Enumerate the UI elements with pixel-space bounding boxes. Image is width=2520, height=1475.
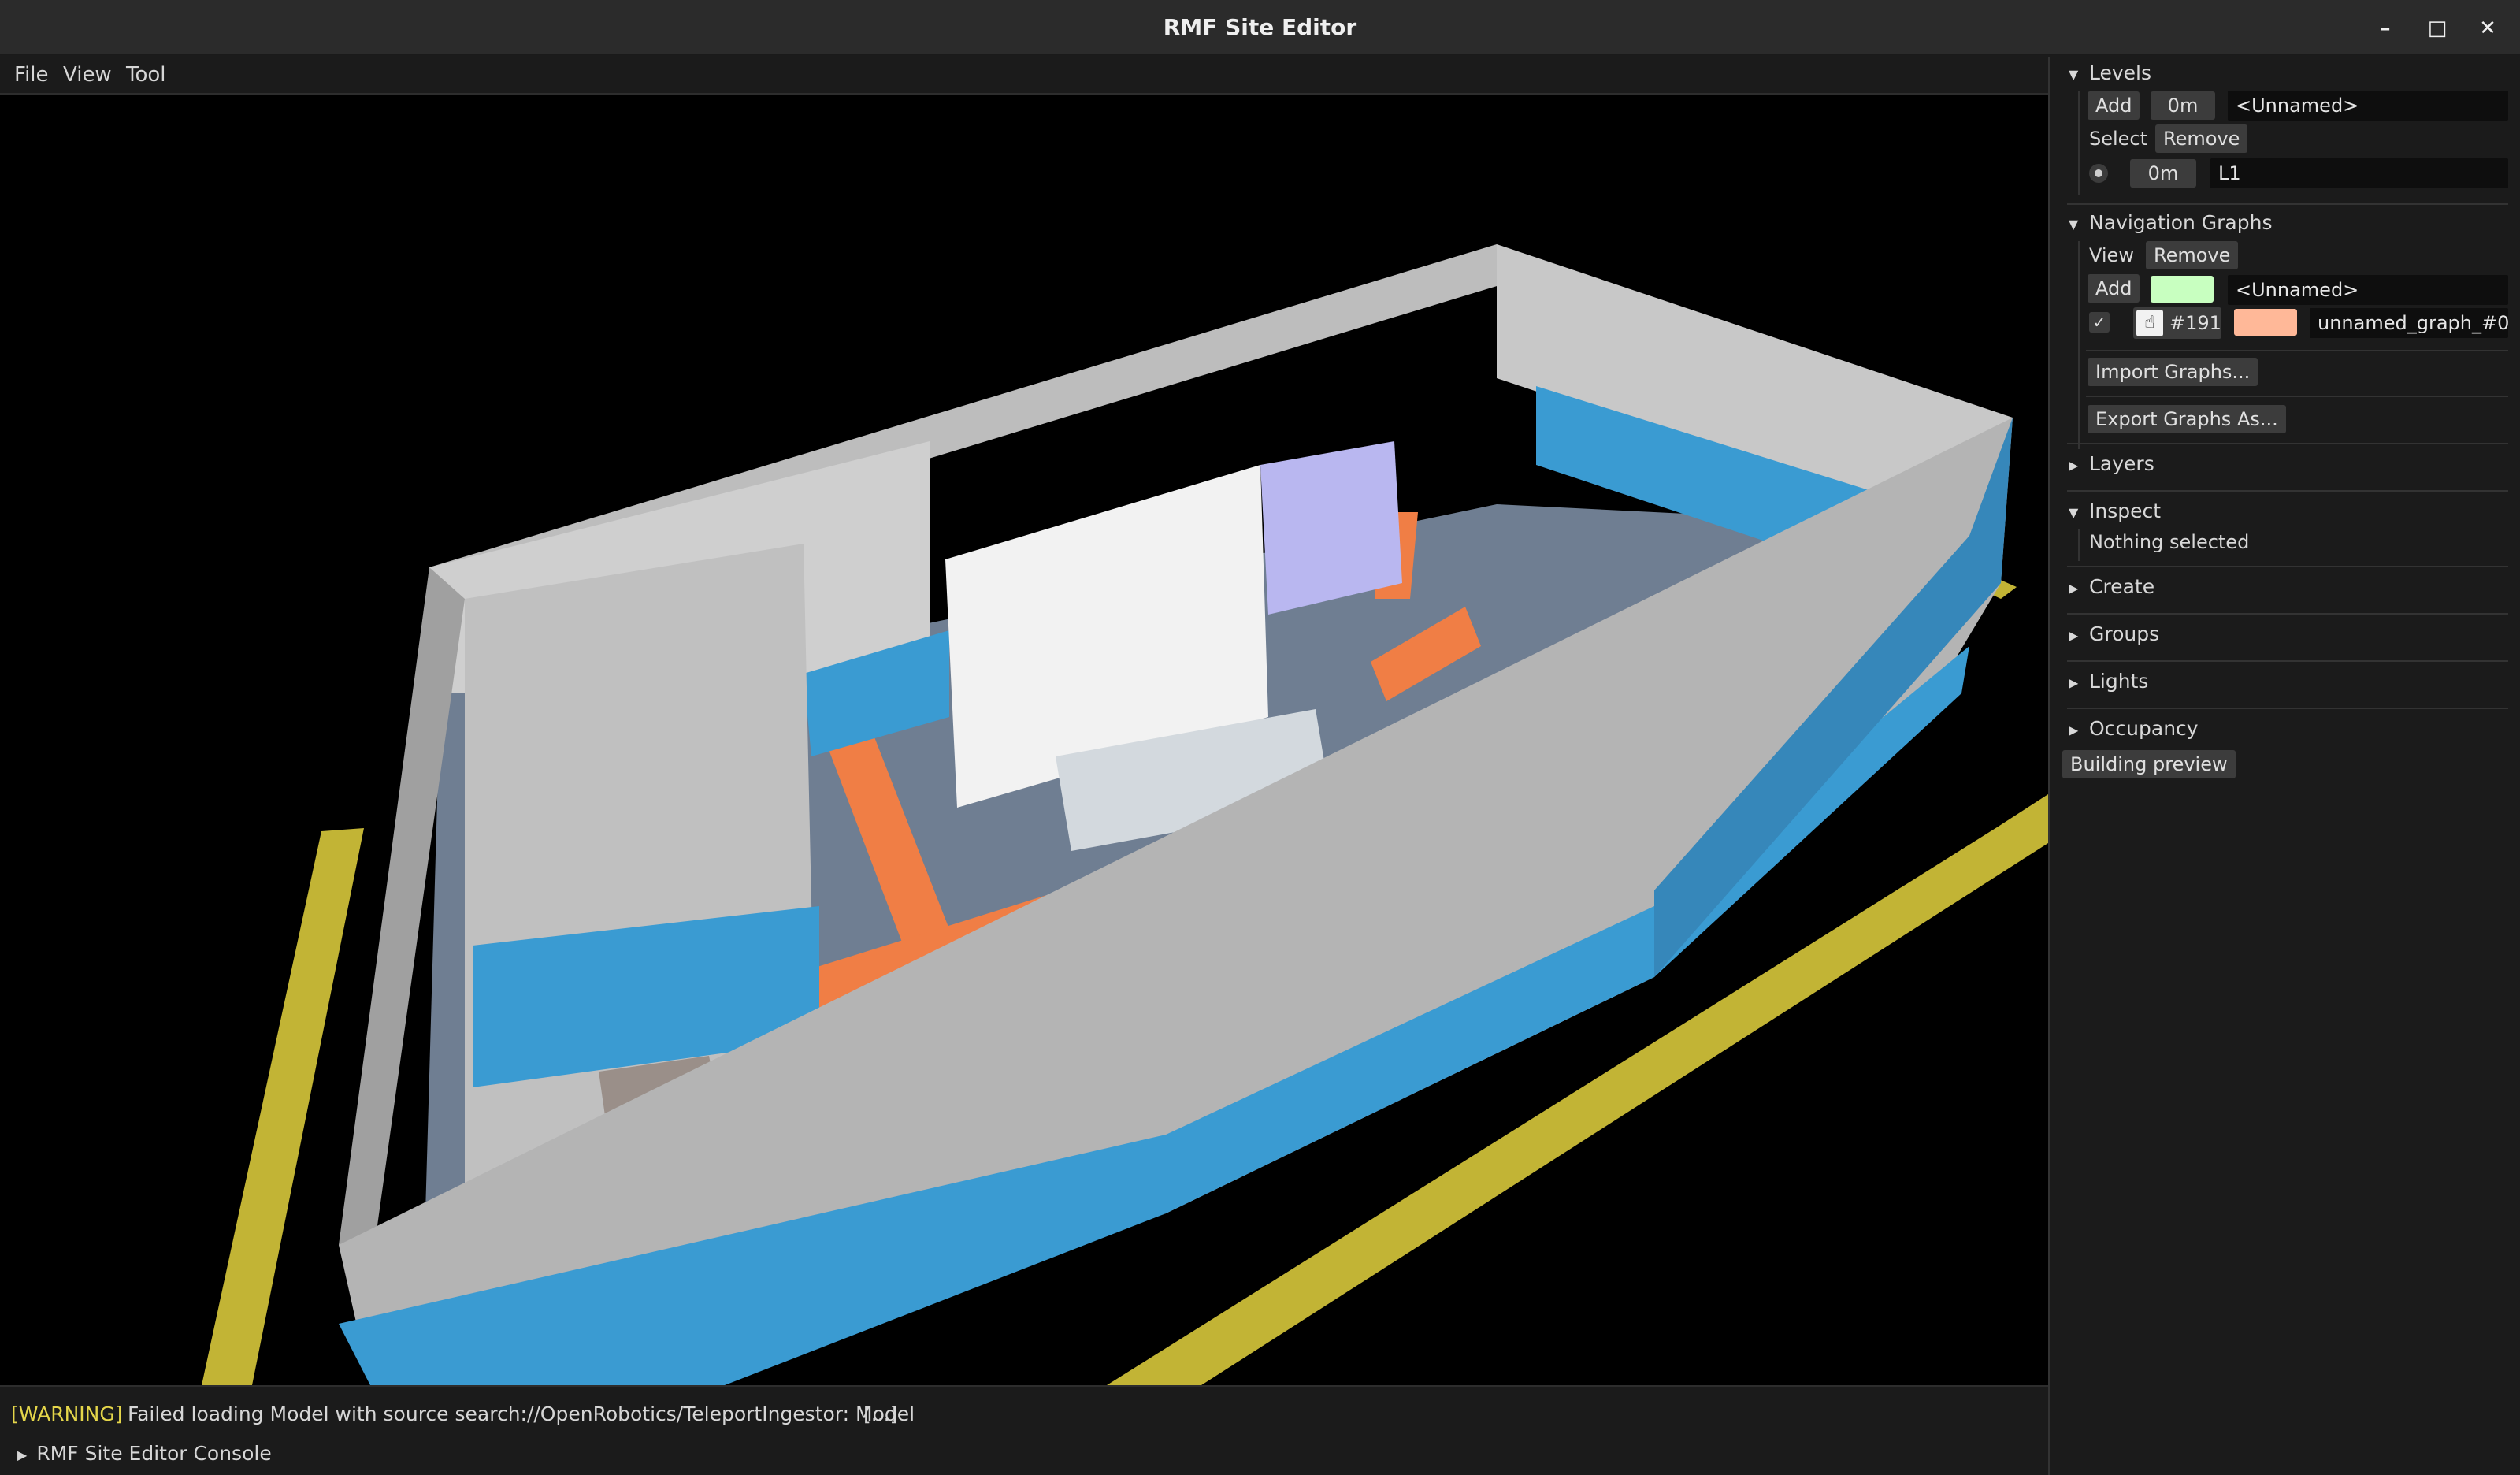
building-scene-illustration	[202, 244, 2048, 1385]
remove-level-button[interactable]: Remove	[2155, 124, 2248, 153]
new-level-name-input[interactable]: <Unnamed>	[2228, 91, 2508, 121]
window-title: RMF Site Editor	[1163, 14, 1357, 40]
chevron-right-icon: ▶	[17, 1447, 28, 1462]
chevron-down-icon: ▼	[2069, 66, 2079, 82]
nav-graphs-section-header[interactable]: ▼ Navigation Graphs	[2069, 211, 2273, 234]
occupancy-title: Occupancy	[2089, 717, 2199, 740]
new-graph-name-input[interactable]: <Unnamed>	[2228, 275, 2508, 305]
add-graph-button[interactable]: Add	[2088, 274, 2140, 303]
level-select-radio[interactable]	[2089, 164, 2108, 183]
layers-section-header[interactable]: ▶ Layers	[2069, 452, 2154, 475]
divider	[2067, 443, 2508, 444]
graph-visibility-checkbox[interactable]: ✓	[2089, 312, 2110, 333]
inspect-section-header[interactable]: ▼ Inspect	[2069, 500, 2161, 522]
console-panel: [WARNING] Failed loading Model with sour…	[0, 1385, 2048, 1475]
divider	[2086, 350, 2508, 351]
maximize-icon[interactable]: □	[2420, 11, 2455, 46]
menu-bar: File View Tool	[0, 57, 2048, 95]
new-level-elevation[interactable]: 0m	[2151, 91, 2215, 120]
hand-pointer-icon: ☝	[2136, 310, 2163, 336]
section-indent-line	[2078, 241, 2080, 449]
groups-section-header[interactable]: ▶ Groups	[2069, 622, 2159, 645]
chevron-right-icon: ▶	[2069, 674, 2079, 690]
graph-color-swatch[interactable]	[2234, 309, 2297, 336]
chevron-right-icon: ▶	[2069, 627, 2079, 643]
divider	[2067, 660, 2508, 662]
create-section-header[interactable]: ▶ Create	[2069, 575, 2154, 598]
import-graphs-button[interactable]: Import Graphs...	[2088, 358, 2258, 386]
occupancy-section-header[interactable]: ▶ Occupancy	[2069, 717, 2199, 740]
lights-section-header[interactable]: ▶ Lights	[2069, 670, 2148, 693]
side-panel: ▼ Levels Add 0m <Unnamed> Select Remove 0…	[2048, 57, 2520, 1475]
warning-message: Failed loading Model with source search:…	[128, 1403, 915, 1425]
levels-title: Levels	[2089, 61, 2152, 84]
graph-name-input[interactable]: unnamed_graph_#0	[2310, 308, 2508, 338]
lights-title: Lights	[2089, 670, 2149, 693]
warning-tag: [WARNING]	[11, 1403, 123, 1425]
levels-section-header[interactable]: ▼ Levels	[2069, 61, 2151, 84]
graph-id: #191	[2169, 312, 2221, 334]
nav-graphs-title: Navigation Graphs	[2089, 211, 2273, 234]
divider	[2067, 490, 2508, 492]
layers-title: Layers	[2089, 452, 2154, 475]
inspect-status: Nothing selected	[2089, 531, 2250, 553]
create-title: Create	[2089, 575, 2155, 598]
title-bar: RMF Site Editor – □ ✕	[0, 0, 2520, 55]
menu-file[interactable]: File	[14, 63, 49, 87]
chevron-right-icon: ▶	[2069, 722, 2079, 738]
export-graphs-button[interactable]: Export Graphs As...	[2088, 405, 2286, 433]
chevron-right-icon: ▶	[2069, 580, 2079, 596]
section-indent-line	[2078, 91, 2080, 195]
chevron-down-icon: ▼	[2069, 504, 2079, 520]
remove-graph-button[interactable]: Remove	[2146, 241, 2239, 269]
level-name-input[interactable]: L1	[2210, 158, 2508, 188]
console-title: RMF Site Editor Console	[36, 1442, 272, 1465]
divider	[2067, 613, 2508, 615]
graph-select-button[interactable]: ☝ #191	[2133, 307, 2221, 339]
section-indent-line	[2078, 529, 2080, 561]
3d-viewport[interactable]	[0, 95, 2048, 1385]
chevron-right-icon: ▶	[2069, 457, 2079, 473]
divider	[2067, 708, 2508, 709]
divider	[2067, 566, 2508, 567]
add-level-button[interactable]: Add	[2088, 91, 2140, 120]
minimize-icon[interactable]: –	[2368, 11, 2403, 46]
menu-tool[interactable]: Tool	[126, 63, 166, 87]
warning-expand-button[interactable]: [...]	[863, 1403, 897, 1425]
new-graph-color-swatch[interactable]	[2151, 276, 2214, 303]
menu-view[interactable]: View	[63, 63, 112, 87]
inspect-title: Inspect	[2089, 500, 2162, 522]
chevron-down-icon: ▼	[2069, 216, 2079, 232]
divider	[2067, 203, 2508, 205]
console-toggle[interactable]: ▶ RMF Site Editor Console	[17, 1442, 272, 1465]
building-preview-button[interactable]: Building preview	[2062, 750, 2236, 778]
close-icon[interactable]: ✕	[2470, 11, 2505, 46]
level-elevation[interactable]: 0m	[2130, 159, 2196, 188]
select-label: Select	[2089, 128, 2148, 150]
divider	[2086, 396, 2508, 397]
groups-title: Groups	[2089, 622, 2160, 645]
view-label: View	[2089, 244, 2134, 266]
